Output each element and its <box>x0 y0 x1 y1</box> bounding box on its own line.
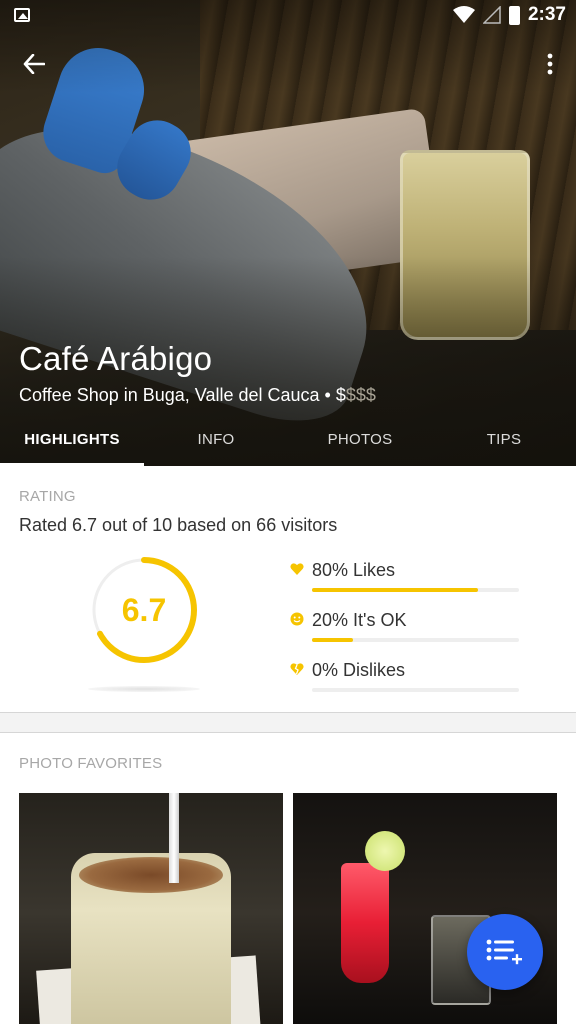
stat-likes-fill <box>312 588 478 592</box>
favorite-photo[interactable] <box>293 793 557 1024</box>
broken-heart-icon <box>290 663 304 675</box>
stat-ok-fill <box>312 638 354 642</box>
tab-info[interactable]: INFO <box>144 412 288 466</box>
stat-likes: 80% Likes <box>290 560 520 600</box>
gauge-shadow <box>88 686 200 692</box>
status-time: 2:37 <box>527 4 566 25</box>
stat-likes-track <box>312 588 519 592</box>
more-vert-icon <box>547 53 553 75</box>
photo-frappe-top <box>79 857 223 893</box>
gallery-icon <box>14 8 30 22</box>
smiley-icon <box>290 612 304 626</box>
wifi-icon <box>452 6 475 23</box>
venue-subtitle: Coffee Shop in Buga, Valle del Cauca • $… <box>19 385 376 406</box>
section-divider <box>0 712 576 733</box>
heart-icon <box>290 563 304 575</box>
venue-category-location: Coffee Shop in Buga, Valle del Cauca • <box>19 385 336 405</box>
favorite-photo[interactable] <box>19 793 283 1024</box>
more-options-button[interactable] <box>538 48 562 80</box>
rating-score: 6.7 <box>121 592 167 628</box>
stat-dislikes: 0% Dislikes <box>290 660 520 700</box>
battery-icon <box>508 5 520 25</box>
add-to-list-button[interactable] <box>467 914 543 990</box>
stat-dislikes-track <box>312 688 519 692</box>
stat-ok-label: 20% It's OK <box>312 610 407 630</box>
add-to-list-icon <box>486 939 522 965</box>
status-right-group: 2:37 <box>452 4 566 26</box>
photo-lime-slice <box>365 831 405 871</box>
price-tier-active: $ <box>335 385 346 405</box>
rating-section-label: RATING <box>19 488 76 505</box>
tab-highlights[interactable]: HIGHLIGHTS <box>0 412 144 466</box>
photo-red-drink <box>341 863 389 983</box>
venue-hero: 2:37 Café Arábigo Coffee Shop in Buga, V… <box>0 0 576 466</box>
stat-dislikes-label: 0% Dislikes <box>312 660 406 680</box>
arrow-left-icon <box>23 54 45 74</box>
tab-photos[interactable]: PHOTOS <box>288 412 432 466</box>
stat-ok-track <box>312 638 519 642</box>
venue-tabs: HIGHLIGHTS INFO PHOTOS TIPS <box>0 412 576 466</box>
tab-tips[interactable]: TIPS <box>432 412 576 466</box>
venue-name: Café Arábigo <box>19 340 213 377</box>
rating-summary: Rated 6.7 out of 10 based on 66 visitors <box>19 515 338 535</box>
rating-section: RATING Rated 6.7 out of 10 based on 66 v… <box>0 466 576 712</box>
back-button[interactable] <box>18 48 50 80</box>
price-tier-inactive: $$$ <box>345 385 376 405</box>
photo-straw <box>169 793 179 883</box>
stat-ok: 20% It's OK <box>290 610 520 650</box>
stat-likes-label: 80% Likes <box>312 560 396 580</box>
signal-icon <box>482 6 501 24</box>
status-bar: 2:37 <box>0 0 576 32</box>
photo-favorites-label: PHOTO FAVORITES <box>19 755 163 772</box>
